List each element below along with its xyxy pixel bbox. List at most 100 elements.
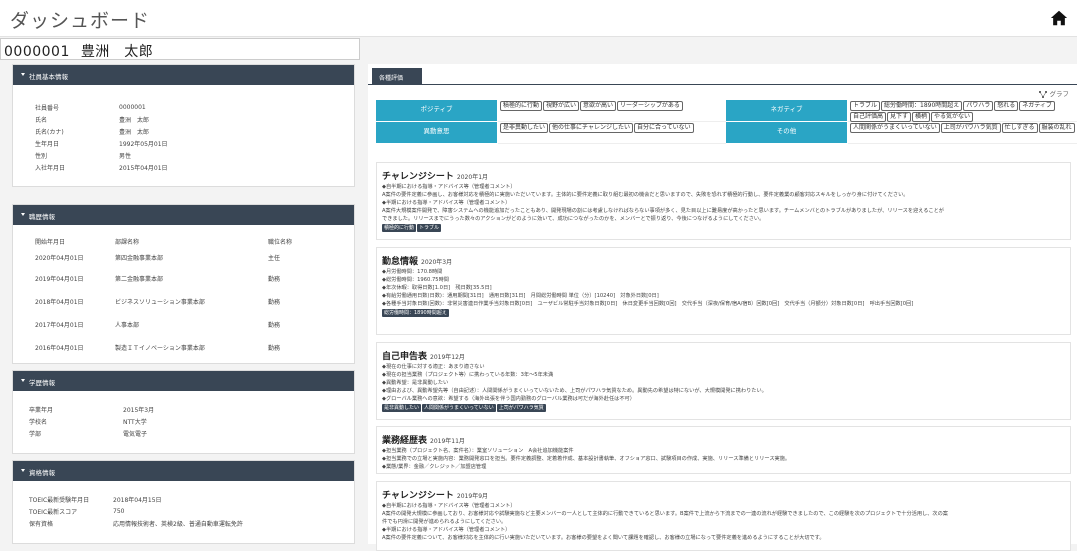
document-date: 2019年12月 — [430, 354, 465, 361]
document-line: ◆担当業務（プロジェクト名、案件名）：業室ソリューション A会社追加機能案件 — [382, 448, 574, 454]
table-row: 2017年04月01日 人事本部 勤務 — [13, 313, 354, 336]
document-title: 業務経歴表 2019年11月 — [382, 433, 1066, 446]
document-date: 2019年9月 — [456, 493, 489, 500]
info-value: 豊洲 太郎 — [119, 116, 150, 124]
eval-tag[interactable]: 人間関係がうまくいっていない — [850, 123, 940, 133]
info-row: 生年月日 1992年05月01日 — [13, 137, 354, 149]
info-value: 応用情報技術者、英検2級、普通自動車運転免許 — [113, 520, 243, 528]
eval-tag[interactable]: ネガティブ — [1019, 101, 1055, 111]
document-date: 2019年11月 — [430, 438, 465, 445]
eval-tag[interactable]: 是非異動したい — [500, 123, 549, 133]
document-tags: 総労働時間：1890時間超え — [382, 309, 1066, 317]
table-row: 2019年04月01日 第二金融事業本部 勤務 — [13, 267, 354, 290]
document-line: A案件の要件定義に参画し、お客様対応を積極的に実施いただいています。主体的に要件… — [382, 192, 909, 198]
document-line: ◆各種手当対象日数(回数)：非常災害連日作業手当対象日数[0日] ユーザビル常駐… — [382, 301, 914, 307]
info-key: 学校名 — [29, 418, 48, 426]
eval-tag[interactable]: やる気がない — [931, 112, 974, 122]
document-line: ◆自半期における指導・アドバイス等（管理者コメント） — [382, 503, 516, 509]
document-line: ◆総労働時間：1960.75時間 — [382, 277, 449, 283]
eval-tag[interactable]: 服装の乱れ — [1038, 123, 1075, 133]
info-value: 2018年04月15日 — [113, 496, 162, 504]
table-cell: 勤務 — [268, 299, 281, 306]
eval-tag[interactable]: 他の仕事にチャレンジしたい — [549, 123, 633, 133]
document-card: 自己申告表 2019年12月 ◆現在の仕事に対する適正：あまり適さない ◆現在の担当業… — [376, 342, 1071, 420]
table-cell: 人事本部 — [115, 322, 140, 329]
document-tag[interactable]: 人間関係がうまくいっていない — [422, 404, 496, 412]
document-tag[interactable]: 積極的に行動 — [382, 224, 417, 232]
basic-info-header[interactable]: 社員基本情報 — [13, 65, 354, 85]
document-tags: 積極的に行動 トラブル — [382, 224, 1066, 232]
document-tag[interactable]: 是非異動したい — [382, 404, 422, 412]
document-title-text: 業務経歴表 — [382, 436, 428, 446]
document-tag[interactable]: 上司がパワハラ気質 — [496, 404, 546, 412]
table-cell: 2020年04月01日 — [35, 254, 84, 262]
eval-tag[interactable]: 積極的に行動 — [500, 101, 543, 111]
table-cell: 2019年04月01日 — [35, 276, 84, 283]
transfer-tags: 是非異動したい 他の仕事にチャレンジしたい 自分に合っていない — [498, 122, 726, 144]
info-row: 学校名 NTT大学 — [13, 415, 354, 427]
document-line: A案件の要件定義について、お客様対応を主体的に行い実施いただいています。お客様の… — [382, 535, 825, 541]
document-card: チャレンジシート 2020年1月 ◆自半期における指導・アドバイス等（管理者コメント… — [376, 162, 1071, 240]
evaluation-row-1: ポジティブ 積極的に行動 視野が広い 意欲が高い リーダーシップがある ネガティブ ト… — [376, 100, 1077, 122]
info-key: 学部 — [29, 430, 42, 438]
transfer-label: 異動意思 — [376, 122, 498, 144]
info-key: 生年月日 — [35, 140, 60, 148]
info-key: TOEIC最新受験年月日 — [29, 496, 90, 504]
eval-tag[interactable]: 上司がパワハラ気質 — [940, 123, 1001, 133]
career-card: 職歴情報 開始年月日 部課名称 職位名称 2020年04月01日 第四金融事業本部 主任 2… — [12, 204, 355, 364]
document-line: A案件の開発大規模に参画しており、お客様対応や試験実施など主要メンバーの一人とし… — [382, 511, 948, 517]
table-cell: 第二金融事業本部 — [115, 276, 164, 283]
education-header[interactable]: 学歴情報 — [13, 371, 354, 391]
eval-tag[interactable]: パワハラ — [963, 101, 994, 111]
eval-tag[interactable]: 総労働時間：1890時間超え — [881, 101, 963, 111]
document-date: 2020年1月 — [456, 174, 489, 181]
document-line: ◆半期における指導・アドバイス等（管理者コメント） — [382, 200, 511, 206]
eval-tag[interactable]: 視野が広い — [543, 101, 580, 111]
document-title-text: 勤怠情報 — [382, 257, 419, 267]
document-title: チャレンジシート 2019年9月 — [382, 488, 1066, 501]
basic-info-card: 社員基本情報 社員番号 0000001 氏名 豊洲 太郎 氏名(カナ) 豊洲 太郎 生年月日… — [12, 64, 355, 187]
document-card: 勤怠情報 2020年3月 ◆月労働時間：170.8時間 ◆総労働時間：1960.75時… — [376, 247, 1071, 335]
table-cell: 2017年04月01日 — [35, 322, 84, 329]
home-icon[interactable] — [1050, 9, 1068, 27]
document-line: ◆半期における指導・アドバイス等（管理者コメント） — [382, 527, 511, 533]
employee-id: 0000001 — [4, 44, 70, 60]
document-line: ◆異動希望：是非異動したい — [382, 380, 449, 386]
document-line: ◆有給労働通用日数(日数)：通用期間[31日] 通用日数[31日] 月間総労働時… — [382, 293, 659, 299]
eval-tag[interactable]: 意欲が高い — [580, 101, 617, 111]
qualification-header[interactable]: 資格情報 — [13, 461, 354, 481]
eval-tag[interactable]: 忙しすぎる — [1001, 123, 1038, 133]
employee-name-box: 0000001 豊洲 太郎 — [0, 38, 360, 60]
employee-name: 豊洲 太郎 — [80, 44, 154, 60]
info-key: TOEIC最新スコア — [29, 508, 78, 516]
table-cell: 勤務 — [268, 276, 281, 283]
top-bar: ダッシュボード — [0, 0, 1077, 37]
table-cell: 勤務 — [268, 322, 281, 329]
eval-tag[interactable]: 自己評価高 — [850, 112, 887, 122]
column-header: 部課名称 — [115, 238, 140, 246]
tab-evaluation[interactable]: 各種評価 — [372, 68, 422, 85]
graph-toggle[interactable]: グラフ — [1039, 88, 1069, 98]
eval-tag[interactable]: 見下す — [887, 112, 912, 122]
info-row: 保有資格 応用情報技術者、英検2級、普通自動車運転免許 — [13, 517, 354, 529]
graph-icon — [1039, 90, 1048, 98]
table-row: 2018年04月01日 ビジネスソリューション事業本部 勤務 — [13, 290, 354, 313]
table-row: 2020年04月01日 第四金融事業本部 主任 — [13, 247, 354, 267]
career-header[interactable]: 職歴情報 — [13, 205, 354, 225]
info-row: 社員番号 0000001 — [13, 101, 354, 113]
evaluation-row-2: 異動意思 是非異動したい 他の仕事にチャレンジしたい 自分に合っていない その他 人… — [376, 122, 1077, 144]
document-title: 勤怠情報 2020年3月 — [382, 254, 1066, 267]
eval-tag[interactable]: 自分に合っていない — [633, 123, 694, 133]
document-line: ◆業態/業界：金融／クレジット／加盟店管理 — [382, 464, 487, 470]
other-label: その他 — [726, 122, 848, 144]
document-tag[interactable]: トラブル — [417, 224, 442, 232]
other-tags: 人間関係がうまくいっていない 上司がパワハラ気質 忙しすぎる 服装の乱れ — [848, 122, 1077, 144]
eval-tag[interactable]: リーダーシップがある — [617, 101, 683, 111]
info-row: 卒業年月 2015年3月 — [13, 403, 354, 415]
info-key: 保有資格 — [29, 520, 54, 528]
eval-tag[interactable]: 横柄 — [912, 112, 931, 122]
document-line: A案件大規模案件開発で、障害システムへの機能追加だったこともあり、開発現場の割に… — [382, 208, 944, 214]
eval-tag[interactable]: 怒れる — [994, 101, 1019, 111]
eval-tag[interactable]: トラブル — [850, 101, 881, 111]
document-tag[interactable]: 総労働時間：1890時間超え — [382, 309, 449, 317]
